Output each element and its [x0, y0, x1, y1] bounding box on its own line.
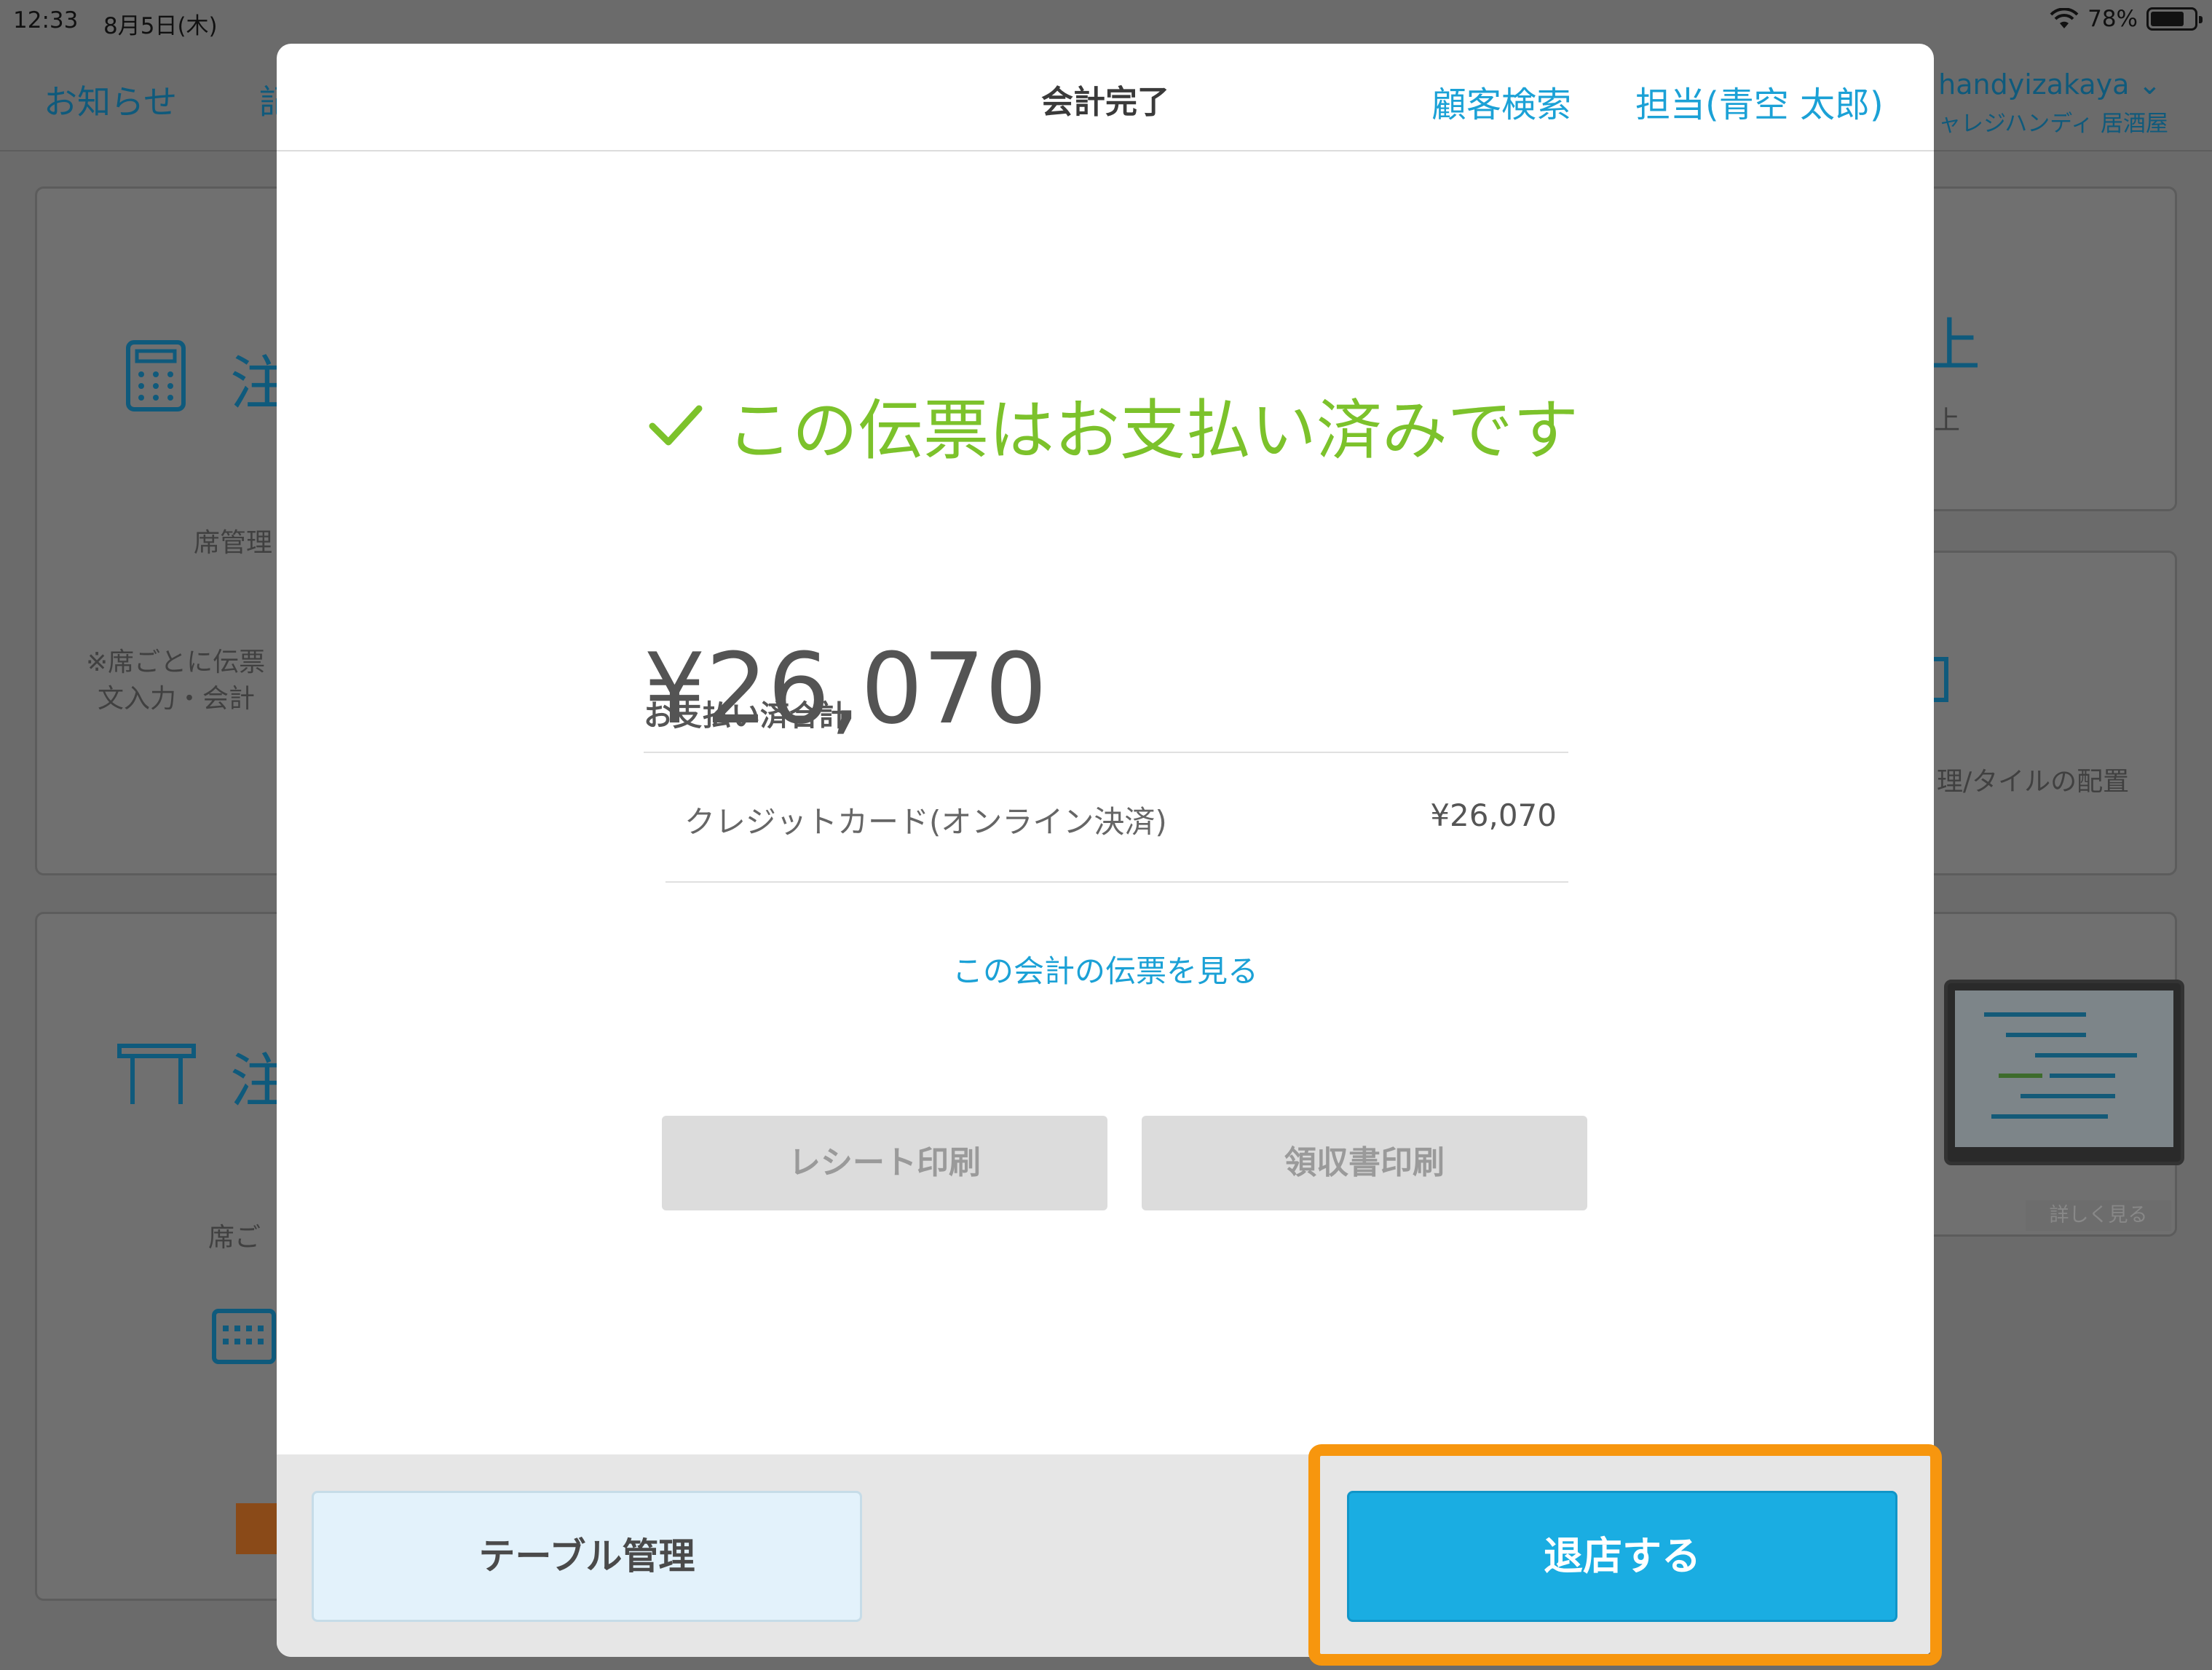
invoice-print-button[interactable]: 領収書印刷	[1142, 1116, 1587, 1210]
payment-amount: ¥26,070	[1430, 797, 1557, 833]
view-receipt-link[interactable]: この会計の伝票を見る	[277, 947, 1934, 991]
store-name: ャレジハンディ 居酒屋	[1938, 111, 2168, 137]
divider	[665, 881, 1568, 883]
table-icon	[117, 1044, 196, 1104]
table-manage-button[interactable]: テーブル管理	[312, 1491, 862, 1622]
paid-status: この伝票はお支払い済みです	[647, 377, 1579, 472]
laptop-illustration	[1944, 980, 2184, 1165]
highlight-frame	[1308, 1444, 1942, 1666]
store-selector[interactable]: handyizakaya ⌄ ャレジハンディ 居酒屋	[1938, 68, 2168, 138]
menu-card-layout[interactable]	[1922, 551, 2177, 875]
card-r1-caption: 上	[1934, 406, 1961, 436]
calculator-icon	[126, 340, 186, 411]
card1-caption: 席管理	[194, 528, 273, 558]
status-right: 78%	[2050, 6, 2203, 32]
details-button[interactable]: 詳しく見る	[2026, 1200, 2171, 1231]
status-time: 12:33	[13, 7, 79, 34]
total-amount: ¥26,070	[643, 632, 1047, 746]
chevron-down-icon: ⌄	[2138, 68, 2162, 101]
calendar-icon	[212, 1309, 276, 1364]
card1-note-2: 文入力・会計	[98, 684, 256, 714]
receipt-print-button[interactable]: レシート印刷	[662, 1116, 1107, 1210]
modal-header: 会計完了 顧客検索 担当(青空 太郎)	[277, 44, 1934, 151]
status-date: 8月5日(木)	[103, 13, 218, 39]
status-bar: 12:33 8月5日(木) 78%	[0, 0, 2212, 41]
battery-icon	[2146, 7, 2203, 31]
battery-percent: 78%	[2087, 6, 2138, 32]
payment-method: クレジットカード(オンライン決済)	[684, 804, 1167, 840]
divider	[644, 752, 1568, 753]
card2-caption: 席ご	[208, 1223, 261, 1253]
card1-note-1: ※席ごとに伝票	[86, 647, 266, 677]
check-icon	[649, 405, 703, 446]
paid-message: この伝票はお支払い済みです	[727, 393, 1579, 469]
nav-news[interactable]: お知らせ	[44, 76, 177, 124]
customer-search-link[interactable]: 顧客検索	[1431, 76, 1571, 127]
payment-complete-modal: 会計完了 顧客検索 担当(青空 太郎) この伝票はお支払い済みです お支払い済合…	[277, 44, 1934, 1657]
card-r2-caption: 理/タイルの配置	[1937, 767, 2130, 797]
restaurant-logo-icon	[236, 1503, 277, 1554]
store-id: handyizakaya	[1938, 68, 2130, 101]
wifi-icon	[2050, 8, 2079, 28]
staff-selector[interactable]: 担当(青空 太郎)	[1635, 76, 1884, 127]
